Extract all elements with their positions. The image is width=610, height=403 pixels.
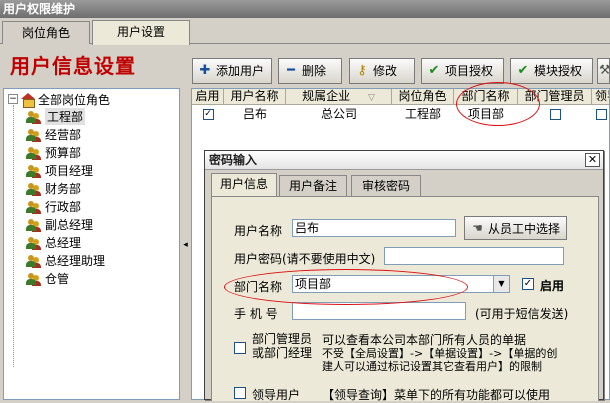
row-leader-checkbox[interactable]: [596, 109, 607, 120]
house-icon: [21, 92, 35, 108]
project-auth-button[interactable]: ✔ 项目授权: [421, 58, 504, 84]
users-icon: [26, 200, 42, 214]
row-company-cell: 总公司: [320, 107, 357, 121]
users-icon: [26, 164, 42, 178]
leader-checkbox[interactable]: [234, 387, 246, 399]
tree-root-label: 全部岗位角色: [38, 92, 111, 107]
users-icon: [26, 254, 42, 268]
tab-roles[interactable]: 岗位角色: [2, 21, 90, 44]
users-icon: [26, 146, 42, 160]
annotation-ellipse: [456, 82, 540, 126]
module-auth-button[interactable]: ✔ 模块授权: [510, 58, 593, 84]
dept-admin-checkbox[interactable]: [234, 342, 246, 354]
key-icon: ⚷: [357, 63, 367, 78]
username-label: 用户名称: [234, 224, 283, 238]
dialog-tab-user-notes[interactable]: 用户备注: [279, 175, 347, 197]
users-icon: [26, 272, 42, 286]
tree-item-warehouse[interactable]: 仓管: [26, 270, 69, 287]
row-dept-admin-checkbox[interactable]: [549, 109, 561, 120]
leader-note: 【领导查询】菜单下的所有功能都可以使用: [322, 388, 551, 402]
row-username-cell: 吕布: [242, 107, 267, 121]
row-leader-cell[interactable]: [592, 106, 609, 122]
checkmark-icon: ✔: [517, 63, 529, 78]
grid-header-username[interactable]: 用户名称: [224, 89, 286, 105]
tab-user-settings[interactable]: 用户设置: [92, 20, 190, 45]
password-input[interactable]: [384, 247, 564, 265]
plus-icon: ✚: [199, 63, 211, 78]
annotation-ellipse: [224, 269, 468, 305]
phone-hint: (可用于短信发送): [475, 307, 569, 321]
page-title: 用户信息设置: [10, 54, 136, 78]
delete-button[interactable]: ━ 删除: [278, 58, 342, 84]
dialog-tab-audit-password[interactable]: 审核密码: [351, 175, 421, 197]
tree-item-deputy-gm[interactable]: 副总经理: [26, 216, 93, 233]
tools-button[interactable]: ⚒: [597, 58, 610, 84]
dept-admin-label-1: 部门管理员: [252, 332, 313, 346]
close-icon[interactable]: ✕: [585, 153, 600, 167]
grid-header-company[interactable]: 规属企业 ▽: [286, 89, 392, 105]
tree-item-project-manager[interactable]: 项目经理: [26, 162, 93, 179]
row-role-cell: 工程部: [404, 107, 441, 121]
tree-item-admin[interactable]: 行政部: [26, 198, 81, 215]
filter-icon[interactable]: ▽: [368, 93, 375, 103]
grid-header-enabled[interactable]: 启用: [192, 89, 224, 105]
password-label: 用户密码(请不要使用中文): [234, 252, 376, 266]
add-user-button[interactable]: ✚ 添加用户: [192, 58, 272, 84]
hand-pointer-icon: ☚: [472, 221, 483, 235]
leader-label: 领导用户: [252, 388, 301, 402]
row-enabled-cell[interactable]: ✓: [192, 106, 224, 122]
phone-input[interactable]: [292, 302, 466, 320]
users-icon: [26, 236, 42, 250]
username-input[interactable]: 吕布: [292, 219, 456, 237]
users-icon: [26, 182, 42, 196]
dept-admin-note-1: 可以查看本公司本部门所有人员的单据: [322, 333, 527, 347]
tree-item-engineering[interactable]: 工程部: [26, 108, 86, 125]
grid-header-leader[interactable]: 领导: [592, 89, 609, 105]
tree-item-gm-assistant[interactable]: 总经理助理: [26, 252, 105, 269]
row-enabled-checkbox[interactable]: ✓: [202, 109, 214, 120]
collapse-icon[interactable]: −: [8, 94, 18, 104]
dept-admin-note-3: 建人可以通过标记设置其它查看用户】的限制: [322, 360, 542, 373]
dialog-title: 密码输入: [205, 151, 603, 170]
tree-connector: [13, 105, 14, 367]
chevron-left-icon[interactable]: ◂: [182, 238, 189, 252]
enabled-checkbox[interactable]: ✓: [522, 278, 534, 290]
tree-item-budget[interactable]: 预算部: [26, 144, 81, 161]
tree-item-gm[interactable]: 总经理: [26, 234, 81, 251]
role-tree: − 全部岗位角色 工程部 经营部 预算部 项目经理 财务部 行政部 副总经理 总…: [3, 88, 180, 400]
users-icon: [26, 218, 42, 232]
dept-admin-note-2: 不受【全局设置】->【单据设置】->【单据的创: [322, 347, 558, 360]
users-icon: [26, 110, 42, 124]
top-tab-bar: 岗位角色 用户设置: [0, 20, 610, 45]
minus-icon: ━: [287, 63, 295, 78]
users-icon: [26, 128, 42, 142]
panel-splitter[interactable]: ◂: [182, 88, 189, 400]
dialog-tab-user-info[interactable]: 用户信息: [211, 173, 277, 197]
modify-button[interactable]: ⚷ 修改: [349, 58, 415, 84]
grid-header-role[interactable]: 岗位角色: [392, 89, 454, 105]
tools-icon: ⚒: [599, 63, 610, 78]
from-employee-button[interactable]: ☚ 从员工中选择: [464, 216, 567, 240]
tree-item-finance[interactable]: 财务部: [26, 180, 81, 197]
window-title: 用户权限维护: [0, 0, 610, 18]
enabled-label: 启用: [540, 279, 565, 293]
tree-item-operations[interactable]: 经营部: [26, 126, 81, 143]
phone-label: 手 机 号: [234, 307, 278, 321]
tree-root[interactable]: − 全部岗位角色: [8, 91, 111, 108]
dept-admin-label-2: 或部门经理: [252, 346, 313, 360]
chevron-down-icon[interactable]: ▼: [493, 276, 509, 292]
checkmark-icon: ✔: [428, 63, 440, 78]
